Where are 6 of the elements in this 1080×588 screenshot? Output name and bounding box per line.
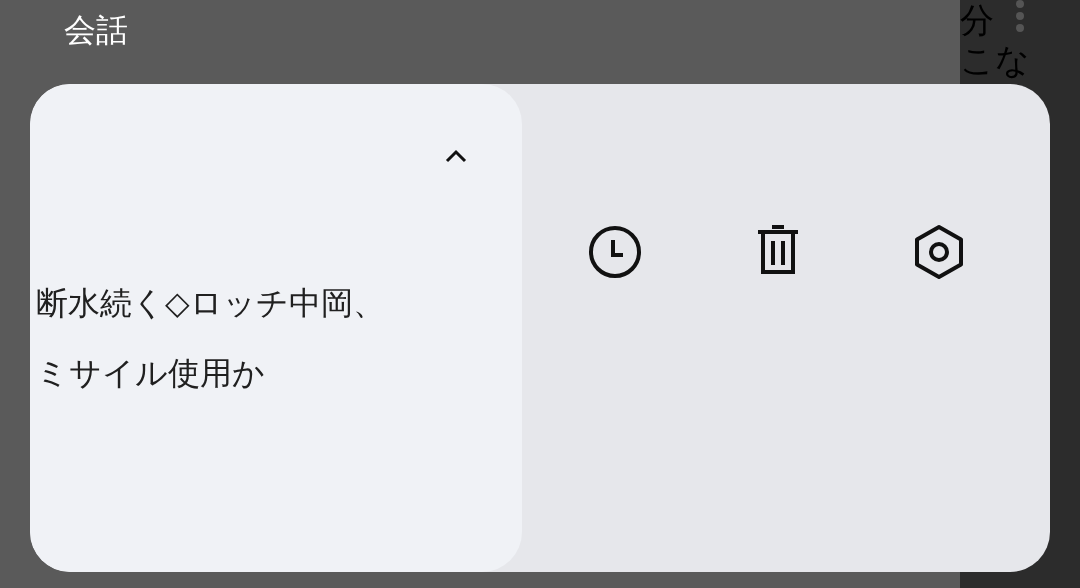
clock-icon[interactable] — [587, 224, 644, 280]
chevron-up-icon[interactable] — [444, 148, 468, 164]
message-text: 断水続く◇ロッチ中岡、 — [35, 283, 385, 324]
header-title: 会話 — [64, 11, 128, 49]
settings-icon[interactable] — [912, 224, 965, 280]
message-text: ミサイル使用か — [35, 353, 265, 394]
